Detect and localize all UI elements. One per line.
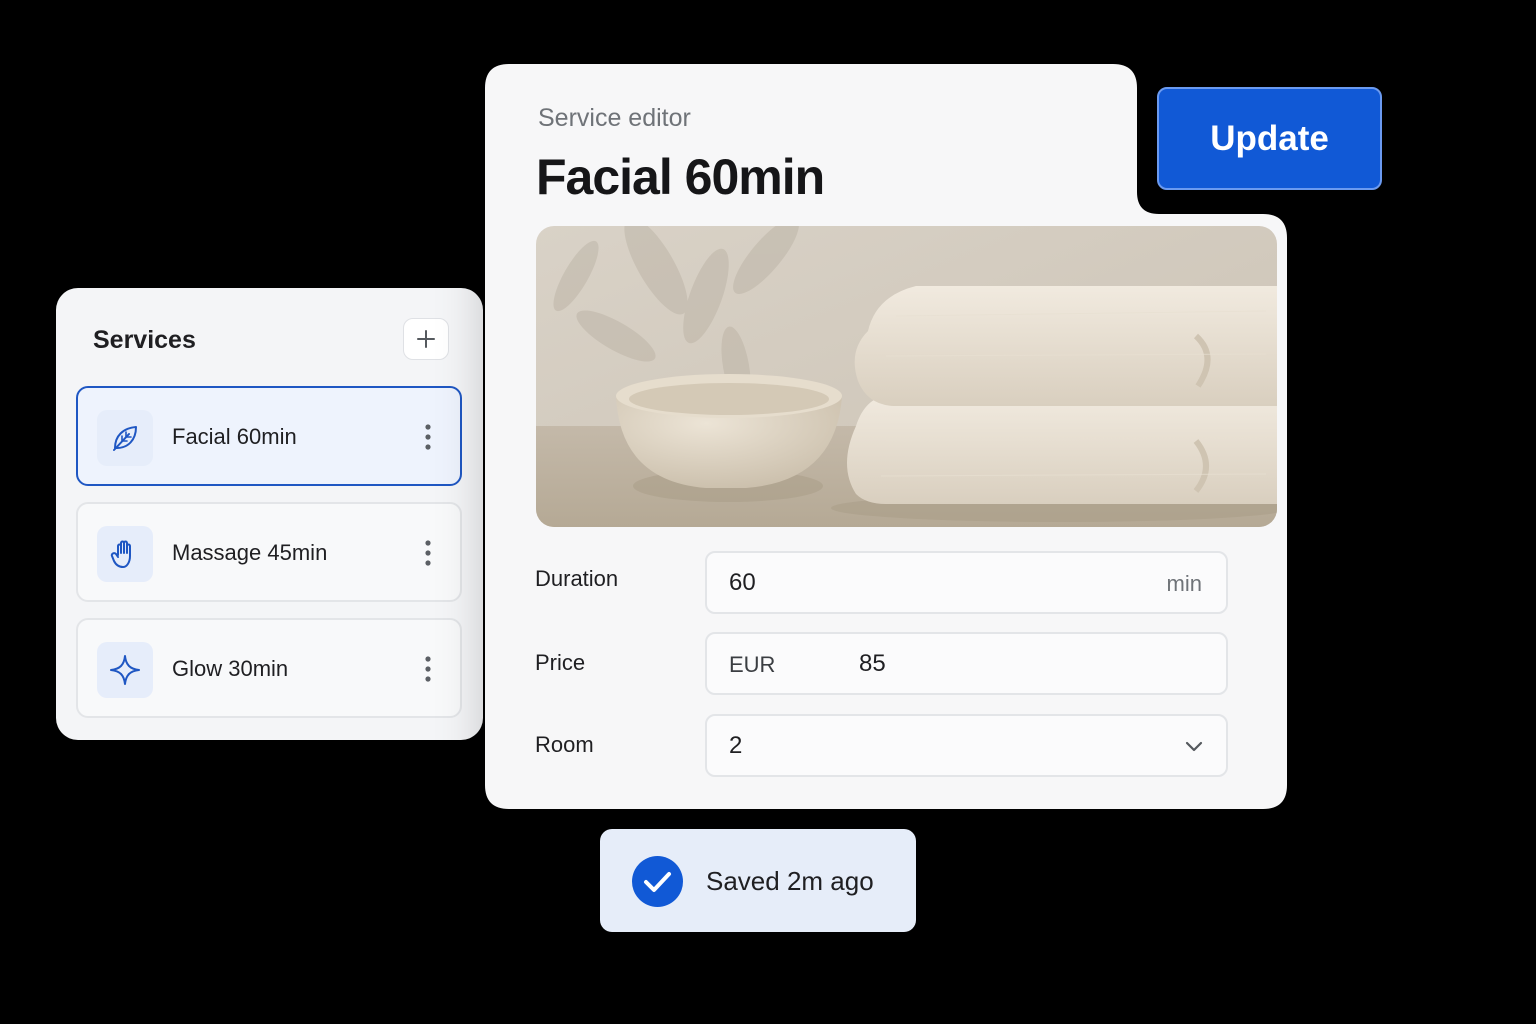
room-select[interactable]: 2 (705, 714, 1228, 777)
duration-value: 60 (729, 569, 756, 596)
saved-toast: Saved 2m ago (600, 829, 916, 932)
saved-status-text: Saved 2m ago (706, 866, 874, 896)
duration-input[interactable]: 60 min (705, 551, 1228, 614)
editor-title: Facial 60min (536, 149, 825, 205)
duration-label: Duration (535, 566, 619, 591)
room-value: 2 (729, 732, 743, 759)
price-input[interactable]: EUR 85 (705, 632, 1228, 695)
service-item-glow[interactable]: Glow 30min (76, 618, 462, 718)
services-title: Services (93, 326, 196, 354)
more-vertical-icon[interactable] (416, 422, 440, 452)
currency-prefix: EUR (729, 652, 776, 677)
more-vertical-icon[interactable] (416, 654, 440, 684)
service-item-label: Facial 60min (172, 424, 297, 449)
hand-icon (110, 540, 131, 568)
price-value: 85 (859, 650, 886, 677)
leaf-icon (113, 426, 137, 451)
service-item-label: Glow 30min (172, 656, 289, 681)
duration-unit: min (1166, 571, 1202, 596)
more-vertical-icon[interactable] (416, 538, 440, 568)
add-service-button[interactable] (403, 318, 449, 360)
update-button[interactable]: Update (1157, 87, 1382, 190)
editor-subtitle: Service editor (538, 104, 691, 132)
stage: Services Facial 60min Massage 45min Glow… (0, 0, 1536, 1024)
service-item-massage[interactable]: Massage 45min (76, 502, 462, 602)
chevron-down-icon (1185, 741, 1203, 752)
plus-icon (417, 330, 435, 348)
services-panel: Services Facial 60min Massage 45min Glow… (56, 288, 483, 740)
sparkle-icon (110, 655, 140, 685)
price-label: Price (535, 650, 586, 675)
service-item-facial[interactable]: Facial 60min (76, 386, 462, 486)
room-label: Room (535, 732, 594, 757)
service-photo (536, 226, 1277, 527)
check-circle-icon (632, 856, 683, 907)
service-item-label: Massage 45min (172, 540, 328, 565)
